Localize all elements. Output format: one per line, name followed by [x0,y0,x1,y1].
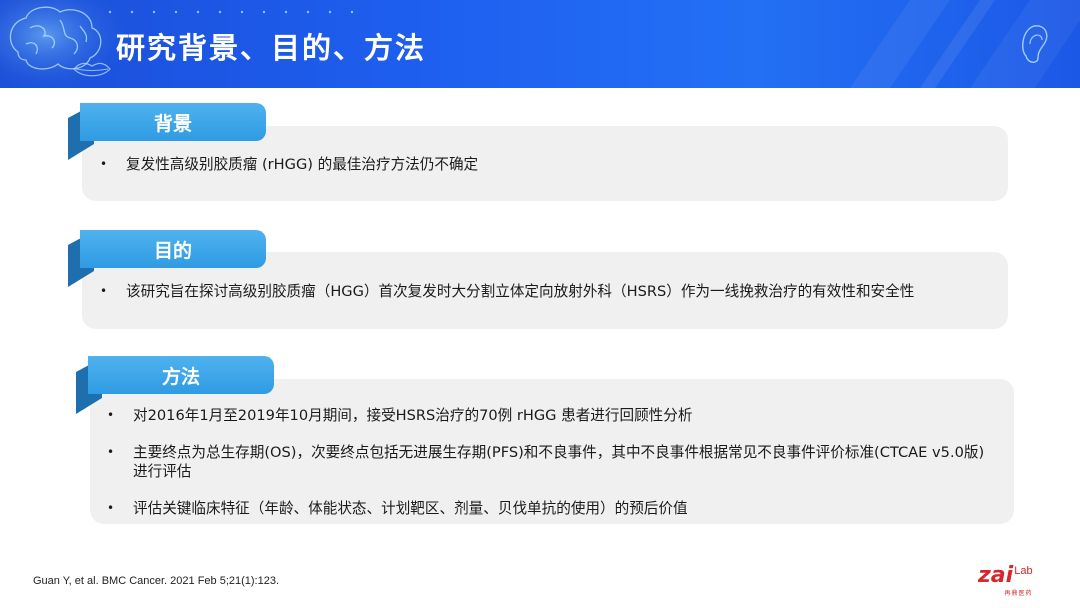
bullet-dot: • [107,501,115,515]
zailab-logo: zai Lab 再鼎医药 [978,563,1033,598]
list-item: • 该研究旨在探讨高级别胶质瘤（HGG）首次复发时大分割立体定向放射外科（HSRS… [100,283,915,300]
page-title: 研究背景、目的、方法 [116,31,427,65]
list-item: • 复发性高级别胶质瘤 (rHGG) 的最佳治疗方法仍不确定 [100,156,479,173]
bullet-dot: • [107,408,115,422]
list-item: • 评估关键临床特征（年龄、体能状态、计划靶区、剂量、贝伐单抗的使用）的预后价值 [107,500,688,517]
decorative-dots [108,10,354,14]
bullet-dot: • [100,157,108,171]
logo-sub: Lab [1014,565,1033,577]
list-item: • 主要终点为总生存期(OS)，次要终点包括无进展生存期(PFS)和不良事件，其中… [107,444,985,480]
bullet-dot: • [107,445,115,459]
section-background-list: • 复发性高级别胶质瘤 (rHGG) 的最佳治疗方法仍不确定 [100,155,986,174]
section-objective-tab: 目的 [80,230,266,268]
section-method-list: • 对2016年1月至2019年10月期间，接受HSRS治疗的70例 rHGG 患… [107,406,993,518]
logo-cn: 再鼎医药 [1004,590,1033,597]
logo-main: zai [978,563,1014,588]
section-method-tab: 方法 [88,356,274,394]
bullet-dot: • [100,284,108,298]
lips-icon [73,62,111,77]
ear-icon [1022,25,1048,63]
section-objective-list: • 该研究旨在探讨高级别胶质瘤（HGG）首次复发时大分割立体定向放射外科（HSRS… [100,282,996,301]
list-item: • 对2016年1月至2019年10月期间，接受HSRS治疗的70例 rHGG 患… [107,407,693,424]
citation: Guan Y, et al. BMC Cancer. 2021 Feb 5;21… [33,575,280,587]
section-background-tab: 背景 [80,103,266,141]
header-banner: 研究背景、目的、方法 [0,0,1080,88]
